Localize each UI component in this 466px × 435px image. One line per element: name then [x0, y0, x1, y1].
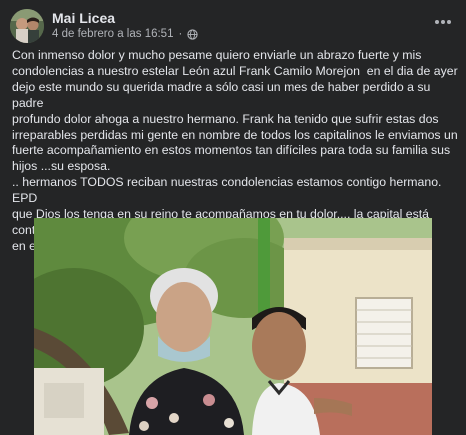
- post-meta: 4 de febrero a las 16:51 ·: [52, 28, 198, 40]
- author-name[interactable]: Mai Licea: [52, 10, 115, 26]
- more-horizontal-icon: [435, 20, 451, 24]
- more-options-button[interactable]: [430, 12, 456, 32]
- post-header: Mai Licea 4 de febrero a las 16:51 ·: [0, 0, 466, 44]
- avatar-image: [10, 9, 44, 43]
- photo-image: [34, 218, 432, 435]
- meta-separator: ·: [178, 28, 183, 40]
- post-timestamp[interactable]: 4 de febrero a las 16:51: [52, 28, 173, 40]
- avatar[interactable]: [10, 9, 44, 43]
- globe-icon: [187, 28, 198, 40]
- facebook-post: Mai Licea 4 de febrero a las 16:51 · Con…: [0, 0, 466, 435]
- post-photo[interactable]: [34, 218, 432, 435]
